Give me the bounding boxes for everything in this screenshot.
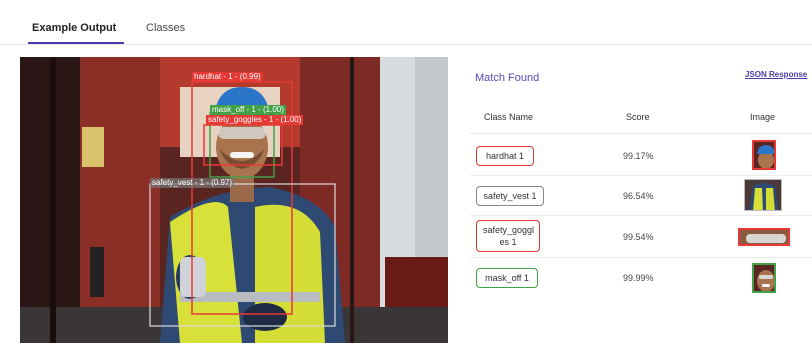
column-header-score: Score xyxy=(626,112,650,122)
thumbnail-image xyxy=(738,228,790,246)
column-header-image: Image xyxy=(750,112,776,122)
output-image: hardhat - 1 - (0.99) mask_off - 1 - (1.0… xyxy=(20,57,448,343)
thumbnail-image xyxy=(744,179,782,211)
table-row: hardhat 1 99.17% xyxy=(470,134,812,176)
results-table: Class Name Score Image hardhat 1 99.17% … xyxy=(470,100,812,298)
detection-label-safety-goggles: safety_goggles - 1 - (1.00) xyxy=(206,115,304,125)
score-value: 99.54% xyxy=(623,232,654,242)
scene-illustration xyxy=(20,57,448,343)
table-row: safety_vest 1 96.54% xyxy=(470,176,812,216)
detection-label-hardhat: hardhat - 1 - (0.99) xyxy=(192,72,263,82)
table-row: mask_off 1 99.99% xyxy=(470,258,812,298)
table-row: safety_goggl es 1 99.54% xyxy=(470,216,812,258)
class-pill: safety_goggl es 1 xyxy=(476,220,540,252)
class-pill: mask_off 1 xyxy=(476,268,538,288)
score-value: 99.17% xyxy=(623,151,654,161)
json-response-link[interactable]: JSON Response xyxy=(745,70,807,79)
thumbnail-image xyxy=(752,140,776,170)
tab-example-output[interactable]: Example Output xyxy=(27,22,125,44)
detection-label-safety-vest: safety_vest - 1 - (0.97) xyxy=(150,178,235,188)
score-value: 96.54% xyxy=(623,191,654,201)
detection-label-mask-off: mask_off - 1 - (1.00) xyxy=(210,105,286,115)
table-header: Class Name Score Image xyxy=(470,100,812,134)
score-value: 99.99% xyxy=(623,273,654,283)
tab-bar: Example Output Classes xyxy=(0,0,812,45)
column-header-class-name: Class Name xyxy=(484,112,534,122)
match-found-title: Match Found xyxy=(475,72,540,84)
class-pill: safety_vest 1 xyxy=(476,186,544,206)
tab-classes[interactable]: Classes xyxy=(146,22,185,44)
thumbnail-image xyxy=(752,263,776,293)
class-pill: hardhat 1 xyxy=(476,146,534,166)
